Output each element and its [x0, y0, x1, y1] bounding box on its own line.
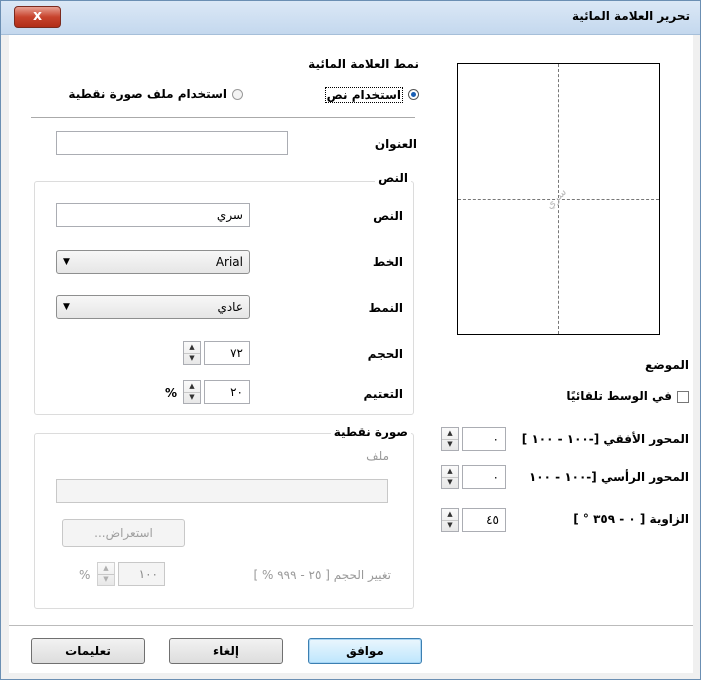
text-input[interactable]: سري: [56, 203, 250, 227]
size-input[interactable]: ٧٢: [204, 341, 250, 365]
browse-button[interactable]: استعراض...: [62, 519, 185, 547]
scale-unit: %: [79, 568, 91, 582]
use-bitmap-radio[interactable]: [232, 89, 243, 100]
y-axis-spinner[interactable]: ▲ ▼: [441, 465, 459, 489]
shade-spinner[interactable]: ▲ ▼: [183, 380, 201, 404]
bitmap-group-title: صورة نقطية: [330, 425, 411, 439]
scale-spinner[interactable]: ▲ ▼: [97, 562, 115, 586]
ok-button[interactable]: موافق: [308, 638, 422, 664]
separator: [31, 117, 415, 118]
cancel-button[interactable]: إلغاء: [169, 638, 283, 664]
spin-down-icon[interactable]: ▼: [442, 477, 458, 488]
auto-center-label: في الوسط تلقائيًا: [566, 389, 672, 403]
size-label: الحجم: [367, 347, 403, 361]
help-button[interactable]: تعليمات: [31, 638, 145, 664]
title-bar: تحرير العلامة المائية x: [1, 1, 700, 35]
spin-down-icon[interactable]: ▼: [442, 439, 458, 450]
style-value: عادي: [217, 300, 243, 314]
spin-down-icon[interactable]: ▼: [184, 392, 200, 403]
shade-label: التعتيم: [363, 387, 404, 401]
style-label: النمط: [368, 301, 403, 315]
shade-input[interactable]: ٢٠: [204, 380, 250, 404]
auto-center-checkbox[interactable]: [677, 391, 689, 403]
bottom-separator: [9, 625, 693, 626]
use-bitmap-label: استخدام ملف صورة نقطية: [68, 87, 227, 101]
text-label: النص: [373, 209, 403, 223]
title-label: العنوان: [374, 137, 417, 151]
style-select[interactable]: عادي ▼: [56, 295, 250, 319]
angle-label: الزاوية [ ٠ - ٣٥٩ ° ]: [573, 512, 689, 526]
font-select[interactable]: Arial ▼: [56, 250, 250, 274]
angle-input[interactable]: ٤٥: [462, 508, 506, 532]
scale-input[interactable]: ١٠٠: [118, 562, 165, 586]
chevron-down-icon: ▼: [63, 257, 70, 267]
shade-unit: %: [165, 386, 178, 400]
use-text-option[interactable]: استخدام نص: [319, 85, 419, 105]
x-axis-spinner[interactable]: ▲ ▼: [441, 427, 459, 451]
x-axis-input[interactable]: ٠: [462, 427, 506, 451]
file-label: ملف: [366, 449, 389, 463]
close-button[interactable]: x: [14, 6, 61, 28]
dialog-body: نمط العلامة المائية استخدام نص استخدام م…: [9, 35, 693, 673]
font-value: Arial: [215, 255, 243, 269]
style-heading: نمط العلامة المائية: [308, 57, 419, 71]
y-axis-input[interactable]: ٠: [462, 465, 506, 489]
y-axis-label: المحور الرأسي [-١٠٠ - ١٠٠: [528, 470, 689, 484]
spin-down-icon[interactable]: ▼: [184, 353, 200, 364]
preview-watermark-text: سري: [542, 185, 570, 212]
auto-center-option[interactable]: في الوسط تلقائيًا: [539, 388, 689, 406]
window-title: تحرير العلامة المائية: [571, 9, 690, 23]
title-input[interactable]: [56, 131, 288, 155]
size-spinner[interactable]: ▲ ▼: [183, 341, 201, 365]
spin-down-icon[interactable]: ▼: [98, 574, 114, 585]
x-axis-label: المحور الأفقي [-١٠٠ - ١٠٠ ]: [521, 432, 689, 446]
file-input[interactable]: [56, 479, 388, 503]
position-heading: الموضع: [645, 358, 689, 372]
dialog-window: تحرير العلامة المائية x نمط العلامة الما…: [0, 0, 701, 680]
chevron-down-icon: ▼: [63, 302, 70, 312]
text-group-title: النص: [375, 171, 411, 185]
watermark-preview: سري: [457, 63, 660, 335]
use-text-label: استخدام نص: [324, 87, 403, 103]
scale-label: تغيير الحجم [ ٢٥ - ٩٩٩ % ]: [253, 568, 391, 582]
font-label: الخط: [372, 255, 403, 269]
use-bitmap-option[interactable]: استخدام ملف صورة نقطية: [43, 85, 243, 105]
use-text-radio[interactable]: [408, 89, 419, 100]
spin-down-icon[interactable]: ▼: [442, 520, 458, 531]
angle-spinner[interactable]: ▲ ▼: [441, 508, 459, 532]
